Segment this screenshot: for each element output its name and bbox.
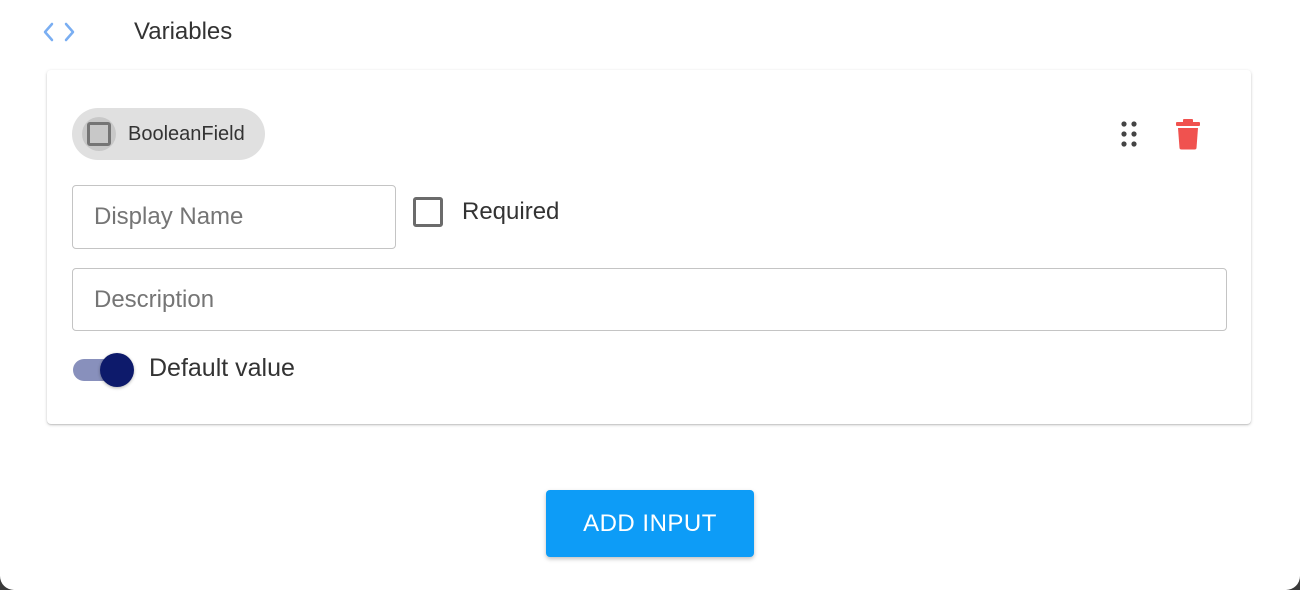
- checkbox-icon[interactable]: [413, 197, 443, 227]
- field-type-chip[interactable]: BooleanField: [72, 108, 265, 160]
- default-value-toggle[interactable]: [73, 352, 135, 388]
- description-field[interactable]: [72, 268, 1227, 331]
- field-type-label: BooleanField: [128, 122, 245, 145]
- code-icon[interactable]: [40, 14, 84, 50]
- variable-card: BooleanField Required: [47, 70, 1251, 424]
- checkbox-outline-icon: [82, 117, 116, 151]
- default-value-label: Default value: [149, 354, 295, 382]
- display-name-field[interactable]: [72, 185, 396, 249]
- section-title: Variables: [134, 18, 233, 45]
- section-header: Variables: [40, 14, 232, 50]
- trash-icon: [1176, 119, 1200, 150]
- drag-handle-icon[interactable]: [1117, 118, 1141, 150]
- add-input-button[interactable]: ADD INPUT: [546, 490, 754, 557]
- app-frame: Variables BooleanField Display Name Requ…: [0, 0, 1300, 590]
- toggle-thumb[interactable]: [100, 353, 134, 387]
- required-label: Required: [462, 198, 560, 225]
- required-checkbox[interactable]: Required: [413, 197, 559, 227]
- delete-button[interactable]: [1171, 116, 1205, 152]
